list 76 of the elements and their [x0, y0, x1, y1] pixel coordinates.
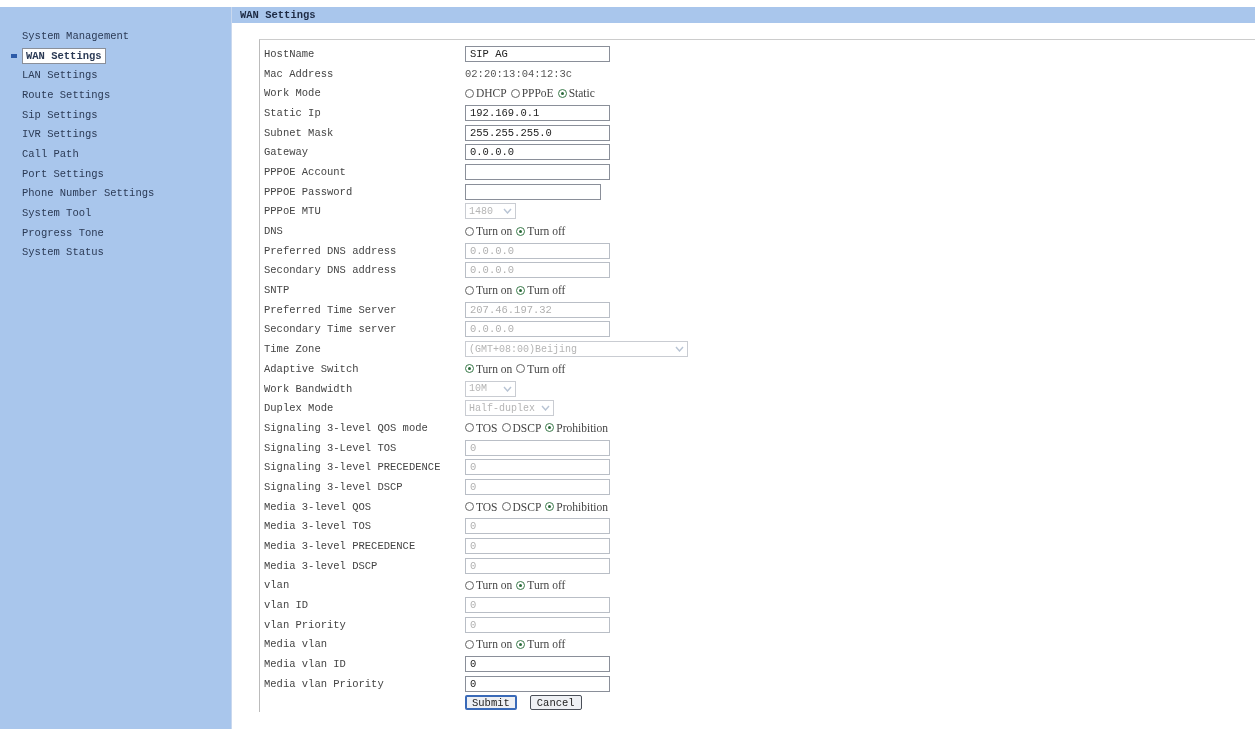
- radio-option[interactable]: Turn off: [516, 362, 566, 375]
- radio-option[interactable]: Turn off: [516, 579, 566, 592]
- sidebar-item[interactable]: System Tool: [22, 207, 92, 220]
- sidebar-item[interactable]: Route Settings: [22, 88, 111, 101]
- radio-option[interactable]: Turn off: [516, 638, 566, 651]
- field-label: Media vlan: [264, 638, 328, 651]
- field-label: vlan ID: [264, 599, 310, 612]
- radio-option[interactable]: Turn off: [516, 225, 566, 238]
- field-label: Work Mode: [264, 87, 322, 100]
- radio-option[interactable]: TOS: [465, 421, 498, 434]
- field-label: HostName: [264, 47, 316, 60]
- field-label: Duplex Mode: [264, 402, 335, 415]
- field-label: Media 3-level QOS: [264, 500, 373, 513]
- field-label: Secondary DNS address: [264, 264, 398, 277]
- field-label: vlan Priority: [264, 618, 347, 631]
- field-label: Preferred Time Server: [264, 303, 398, 316]
- radio-option[interactable]: DSCP: [501, 421, 542, 434]
- sidebar-item[interactable]: WAN Settings: [22, 47, 106, 64]
- input-field[interactable]: 192.169.0.1: [465, 104, 610, 121]
- radio-option[interactable]: Prohibition: [545, 421, 609, 434]
- field-label: PPPoE MTU: [264, 205, 322, 218]
- radio-option[interactable]: DHCP: [465, 87, 507, 100]
- field-label: Media 3-level TOS: [264, 520, 373, 533]
- field-label: Time Zone: [264, 343, 322, 356]
- field-value: 02:20:13:04:12:3c: [465, 67, 573, 80]
- sidebar-item[interactable]: Port Settings: [22, 167, 104, 180]
- field-label: Mac Address: [264, 67, 335, 80]
- radio-option[interactable]: Turn off: [516, 284, 566, 297]
- field-label: Signaling 3-level PRECEDENCE: [264, 461, 442, 474]
- sidebar-item[interactable]: System Status: [22, 246, 104, 259]
- field-label: Static Ip: [264, 106, 322, 119]
- field-label: SNTP: [264, 284, 291, 297]
- field-label: Signaling 3-level QOS mode: [264, 421, 429, 434]
- radio-option[interactable]: Prohibition: [545, 500, 609, 513]
- sidebar-item[interactable]: Call Path: [22, 147, 79, 160]
- submit-button[interactable]: Submit: [465, 695, 517, 711]
- field-label: Media 3-level PRECEDENCE: [264, 540, 417, 553]
- field-label: Media 3-level DSCP: [264, 559, 379, 572]
- radio-option[interactable]: Turn on: [465, 638, 513, 651]
- radio-option[interactable]: PPPoE: [510, 87, 554, 100]
- input-field[interactable]: 0.0.0.0: [465, 144, 610, 161]
- field-label: Work Bandwidth: [264, 382, 354, 395]
- input-field[interactable]: [465, 163, 610, 180]
- field-label: Preferred DNS address: [264, 244, 398, 257]
- radio-option[interactable]: Turn on: [465, 579, 513, 592]
- radio-option[interactable]: TOS: [465, 500, 498, 513]
- section-title: WAN Settings: [240, 9, 316, 21]
- input-field[interactable]: SIP AG: [465, 45, 610, 62]
- radio-option[interactable]: Turn on: [465, 362, 513, 375]
- sidebar-item[interactable]: LAN Settings: [22, 69, 98, 82]
- cancel-button[interactable]: Cancel: [529, 695, 582, 711]
- field-label: Subnet Mask: [264, 126, 335, 139]
- radio-option[interactable]: Static: [557, 87, 595, 100]
- field-label: Media vlan Priority: [264, 677, 385, 690]
- field-label: PPPOE Password: [264, 185, 354, 198]
- radio-option[interactable]: Turn on: [465, 284, 513, 297]
- input-field[interactable]: 255.255.255.0: [465, 124, 610, 141]
- field-label: PPPOE Account: [264, 165, 347, 178]
- field-label: Signaling 3-level DSCP: [264, 480, 404, 493]
- sidebar-item[interactable]: Progress Tone: [22, 226, 104, 239]
- field-label: Media vlan ID: [264, 658, 347, 671]
- sidebar-item[interactable]: Phone Number Settings: [22, 187, 155, 200]
- input-field[interactable]: 0: [465, 675, 610, 692]
- input-field[interactable]: 0: [465, 656, 610, 673]
- field-label: Adaptive Switch: [264, 362, 360, 375]
- radio-option[interactable]: Turn on: [465, 225, 513, 238]
- sidebar-item[interactable]: System Management: [22, 29, 130, 42]
- sidebar-item[interactable]: IVR Settings: [22, 128, 98, 141]
- field-label: Signaling 3-Level TOS: [264, 441, 398, 454]
- field-label: DNS: [264, 225, 284, 238]
- radio-option[interactable]: DSCP: [501, 500, 542, 513]
- field-label: Gateway: [264, 146, 310, 159]
- sidebar-item[interactable]: Sip Settings: [22, 108, 98, 121]
- input-field[interactable]: [465, 183, 601, 200]
- field-label: Secondary Time server: [264, 323, 398, 336]
- field-label: vlan: [264, 579, 291, 592]
